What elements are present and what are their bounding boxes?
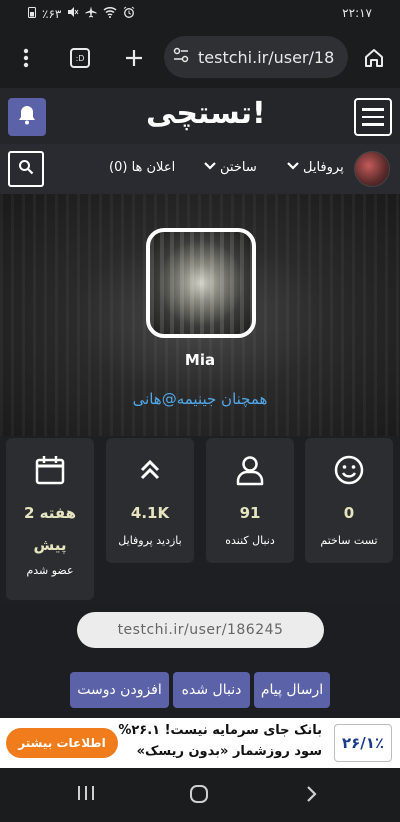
calendar-icon — [32, 452, 68, 488]
url-text: testchi.ir/user/18 — [198, 47, 335, 67]
nav-build-label: ساختن — [220, 160, 257, 175]
ad-badge: ۲۶/۱٪ — [334, 724, 392, 762]
stat-value: 2 هفته — [23, 504, 77, 522]
site-settings-icon[interactable] — [172, 46, 190, 68]
search-button[interactable] — [8, 151, 44, 187]
ad-cta-button[interactable]: اطلاعات بیشتر — [6, 728, 118, 758]
plus-icon[interactable] — [118, 42, 150, 74]
profile-subtitle[interactable]: همچنان جینیمه@هانی — [0, 390, 400, 408]
profile-hero: Mia همچنان جینیمه@هانی — [0, 194, 400, 440]
address-bar[interactable]: testchi.ir/user/18 — [164, 36, 348, 78]
wifi-icon — [103, 6, 117, 21]
stat-value: 4.1K — [130, 504, 170, 522]
clock: ۲۲:۱۷ — [342, 6, 372, 20]
chevron-down-icon — [204, 160, 216, 175]
mute-icon — [67, 6, 79, 21]
chevron-down-icon — [287, 160, 299, 175]
notifications-button[interactable] — [8, 98, 46, 136]
nav-bar: اعلان ها (0) ساختن پروفایل — [0, 144, 400, 194]
stat-card-followers[interactable]: 91 دنبال کننده — [206, 438, 294, 563]
stat-label: دنبال کننده — [225, 534, 275, 547]
stat-card-views[interactable]: 4.1K بازدید پروفایل — [106, 438, 194, 563]
recents-icon[interactable] — [76, 784, 96, 806]
hamburger-menu-button[interactable] — [354, 98, 392, 136]
double-chevron-up-icon — [132, 452, 168, 488]
stat-label: بازدید پروفایل — [118, 534, 182, 547]
nav-profile-label: پروفایل — [303, 160, 344, 175]
nav-build[interactable]: ساختن — [204, 160, 257, 175]
stat-value: پیش — [33, 536, 67, 554]
ad-subline: سود روزشمار «بدون ریسک» — [136, 744, 322, 759]
nav-profile[interactable]: پروفایل — [287, 160, 344, 175]
home-nav-icon[interactable] — [189, 784, 209, 808]
battery-icon — [28, 6, 36, 21]
add-friend-button[interactable]: افزودن دوست — [70, 672, 169, 708]
stat-label: عضو شدم — [26, 564, 74, 577]
airplane-icon — [85, 6, 97, 21]
smiley-icon — [331, 452, 367, 488]
followed-button[interactable]: دنبال شده — [173, 672, 250, 708]
stat-label: تست ساختم — [320, 534, 378, 547]
profile-url-field[interactable]: testchi.ir/user/186245 — [77, 612, 324, 648]
hamburger-line — [362, 123, 384, 126]
battery-level: ٪۶۳ — [42, 6, 62, 21]
stat-card-tests[interactable]: 0 تست ساختم — [305, 438, 393, 563]
browser-toolbar: :D testchi.ir/user/18 — [0, 28, 400, 88]
avatar[interactable] — [354, 151, 390, 187]
status-bar: ٪۶۳ ۲۲:۱۷ — [0, 0, 400, 28]
stat-value: 91 — [239, 504, 261, 522]
system-nav-bar — [0, 768, 400, 822]
bell-icon — [18, 105, 36, 129]
profile-username: Mia — [184, 351, 216, 369]
hamburger-line — [362, 108, 384, 111]
tabs-icon[interactable]: :D — [64, 42, 96, 74]
home-icon[interactable] — [358, 42, 390, 74]
send-message-button[interactable]: ارسال پیام — [254, 672, 330, 708]
nav-notifications-label: اعلان ها (0) — [109, 160, 176, 175]
nav-notifications[interactable]: اعلان ها (0) — [109, 160, 175, 175]
stats-section: 0 تست ساختم 91 دنبال کننده 4.1K بازدید پ… — [0, 436, 400, 602]
back-icon[interactable] — [304, 784, 318, 808]
site-header: تستچی! — [0, 88, 400, 144]
user-icon — [232, 452, 268, 488]
search-icon — [18, 159, 34, 179]
profile-picture[interactable] — [146, 228, 256, 338]
hamburger-line — [362, 115, 384, 119]
stat-value: 0 — [343, 504, 355, 522]
stat-card-joined[interactable]: 2 هفته پیش عضو شدم — [6, 438, 94, 600]
alarm-icon — [123, 6, 135, 21]
ad-headline: بانک جای سرمایه نیست! ۲۶.۱% — [118, 723, 322, 738]
tab-count: :D — [70, 48, 90, 68]
site-logo[interactable]: تستچی! — [146, 96, 267, 131]
ad-banner[interactable]: ۲۶/۱٪ بانک جای سرمایه نیست! ۲۶.۱% سود رو… — [0, 718, 400, 768]
status-icons: ٪۶۳ — [28, 6, 135, 21]
menu-dots-icon[interactable] — [10, 42, 42, 74]
